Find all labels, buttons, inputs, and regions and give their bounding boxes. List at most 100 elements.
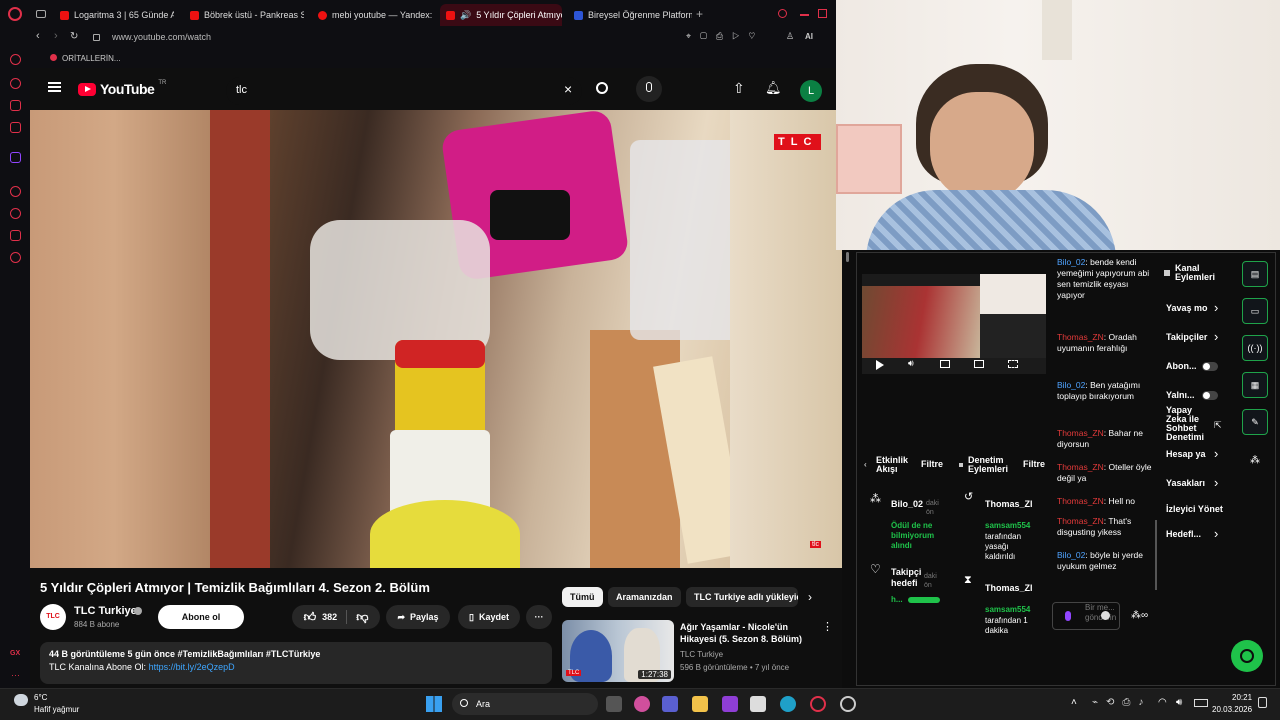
store-icon[interactable] — [750, 696, 766, 712]
messenger-icon[interactable] — [10, 54, 21, 65]
chip-channel[interactable]: TLC Turkiye adlı yükleyic — [686, 587, 798, 607]
recommended-title[interactable]: Ağır Yaşamlar - Nicole'ün Hikayesi (5. S… — [680, 621, 808, 645]
weather-desc[interactable]: Hafif yağmur — [34, 705, 79, 714]
share-button[interactable]: ➦ Paylaş — [386, 605, 450, 629]
minimize-icon[interactable] — [800, 14, 809, 16]
speaker-icon[interactable]: 🔊 — [460, 10, 471, 21]
chip-from-search[interactable]: Aramanızdan — [608, 587, 681, 607]
channel-name[interactable]: TLC Turkiye — [74, 605, 137, 617]
more-actions-button[interactable]: ··· — [526, 605, 552, 629]
recommended-thumbnail[interactable]: TLC 1:27:38 — [562, 620, 674, 682]
extensions-icon[interactable] — [10, 230, 21, 241]
edge-icon[interactable] — [780, 696, 796, 712]
chevron-right-icon[interactable]: › — [1214, 475, 1218, 490]
tray-chevron-icon[interactable]: ˄ — [1071, 697, 1077, 708]
account-avatar[interactable]: L — [800, 80, 822, 102]
chip-all[interactable]: Tümü — [562, 587, 603, 607]
task-view-icon[interactable] — [606, 696, 622, 712]
like-button[interactable]: 👍︎ 382 — [304, 610, 338, 625]
chat-username[interactable]: Bilo_02 — [1057, 257, 1085, 267]
chat-message[interactable]: Thomas_ZN: Hell no — [1057, 496, 1157, 507]
chat-username[interactable]: Thomas_ZN — [1057, 332, 1104, 342]
activity-filter-button[interactable]: Filtre — [921, 459, 943, 469]
battery-icon[interactable] — [1194, 699, 1208, 707]
chat-message[interactable]: Thomas_ZN: Oradah uyumanın ferahlığı — [1057, 332, 1157, 354]
chevron-right-icon[interactable]: › — [1214, 446, 1218, 461]
chat-input[interactable]: Bir me... gönderin — [1052, 602, 1120, 630]
reload-icon[interactable]: ↻ — [70, 31, 78, 42]
pip-icon[interactable] — [940, 360, 950, 368]
external-link-icon[interactable]: ⇱ — [1214, 420, 1222, 431]
search-box[interactable]: tlc × — [226, 77, 582, 105]
player-icon[interactable] — [10, 186, 21, 197]
chat-username[interactable]: Thomas_ZN — [1057, 462, 1104, 472]
clock-date[interactable]: 20.03.2026 — [1212, 705, 1252, 714]
forward-icon[interactable]: › — [54, 30, 58, 42]
menu-icon[interactable] — [48, 82, 61, 92]
tab-yandex[interactable]: mebi youtube — Yandex: — [312, 4, 432, 26]
viewer-manage-item[interactable]: İzleyici Yönet — [1166, 504, 1232, 514]
search-icon[interactable] — [596, 82, 608, 94]
weather-icon[interactable] — [14, 694, 28, 706]
taskbar-search[interactable]: Ara — [452, 693, 598, 715]
opera-logo-icon[interactable] — [8, 7, 22, 21]
subscribe-button[interactable]: Abone ol — [158, 605, 244, 629]
kick-logo-button[interactable] — [1231, 640, 1263, 672]
chat-username[interactable]: Bilo_02 — [1057, 380, 1085, 390]
recommended-channel[interactable]: TLC Turkiye — [680, 650, 723, 659]
whatsapp-icon[interactable] — [10, 78, 21, 89]
mod-target-user[interactable]: Thomas_Zl — [985, 499, 1035, 509]
chat-scrollbar[interactable] — [1155, 520, 1157, 590]
tab-bireysel[interactable]: Bireysel Öğrenme Platform — [568, 4, 692, 26]
emotes-toggle[interactable] — [1202, 391, 1218, 400]
rail-chat-icon[interactable]: ▭ — [1242, 298, 1268, 324]
mod-moderator[interactable]: samsam554 — [985, 521, 1030, 530]
voice-search-button[interactable] — [636, 76, 662, 102]
user-icon[interactable]: ♙ — [786, 31, 794, 42]
recommended-more-icon[interactable]: ⋮ — [822, 620, 833, 633]
opera-gx-icon[interactable] — [810, 696, 826, 712]
collapse-icon[interactable]: ‹ — [864, 460, 867, 469]
maximize-icon[interactable] — [818, 9, 827, 18]
mail-icon[interactable] — [10, 122, 21, 133]
chat-message[interactable]: Bilo_02: Ben yatağımı toplayıp bırakıyor… — [1057, 380, 1157, 402]
url-field[interactable]: www.youtube.com/watch — [112, 32, 211, 42]
new-tab-button[interactable]: + — [696, 7, 703, 21]
video-player[interactable]: TLC tlc — [30, 110, 842, 568]
notification-icon[interactable] — [1258, 697, 1267, 708]
app-p-icon[interactable] — [722, 696, 738, 712]
chat-username[interactable]: Thomas_ZN — [1057, 496, 1104, 506]
twitch-icon[interactable] — [10, 152, 21, 163]
play-icon[interactable] — [876, 360, 884, 370]
description-link[interactable]: https://bit.ly/2eQzepD — [149, 662, 235, 672]
ai-button[interactable]: AI — [805, 32, 813, 41]
tab-bobrek[interactable]: Böbrek üstü - Pankreas S — [184, 4, 304, 26]
chat-message[interactable]: Bilo_02: bende kendi yemeğimi yapıyorum … — [1057, 257, 1157, 301]
bookmark-item[interactable]: ORİTALLERİN... — [62, 54, 121, 63]
activity-user[interactable]: Bilo_02 — [891, 499, 923, 509]
mod-target-user[interactable]: Thomas_Zl — [985, 583, 1035, 593]
rail-more-icon[interactable]: ⁂ — [1250, 455, 1260, 466]
search-input[interactable]: tlc — [236, 84, 247, 96]
wifi-icon[interactable]: ◠ — [1158, 697, 1167, 708]
chat-message[interactable]: Thomas_ZN: That's disgusting yikess — [1057, 516, 1157, 538]
theater-icon[interactable] — [974, 360, 984, 368]
panel-scrollbar[interactable] — [846, 252, 849, 262]
chat-message[interactable]: Thomas_ZN: Oteller öyle değil ya — [1057, 462, 1157, 484]
rail-notes-icon[interactable]: ▤ — [1242, 261, 1268, 287]
more-icon[interactable]: ··· — [11, 670, 20, 680]
chevron-right-icon[interactable]: › — [1214, 300, 1218, 315]
fullscreen-icon[interactable] — [1008, 360, 1018, 368]
file-explorer-icon[interactable] — [692, 696, 708, 712]
volume-tray-icon[interactable]: 🔊︎ — [1176, 697, 1182, 708]
weather-temp[interactable]: 6°C — [34, 693, 47, 702]
volume-icon[interactable]: 🔊︎ — [908, 358, 914, 369]
chat-username[interactable]: Thomas_ZN — [1057, 428, 1104, 438]
tab-active-video[interactable]: 🔊 5 Yıldır Çöpleri Atmıyor — [440, 4, 562, 26]
stream-preview[interactable]: 🔊︎ — [862, 274, 1046, 374]
save-button[interactable]: ▯ Kaydet — [458, 605, 520, 629]
settings-icon[interactable] — [10, 252, 21, 263]
app-icon[interactable] — [840, 696, 856, 712]
followers-only-item[interactable]: Takipçiler — [1166, 332, 1207, 342]
notifications-bell-icon[interactable]: 🔔︎ — [765, 80, 782, 96]
